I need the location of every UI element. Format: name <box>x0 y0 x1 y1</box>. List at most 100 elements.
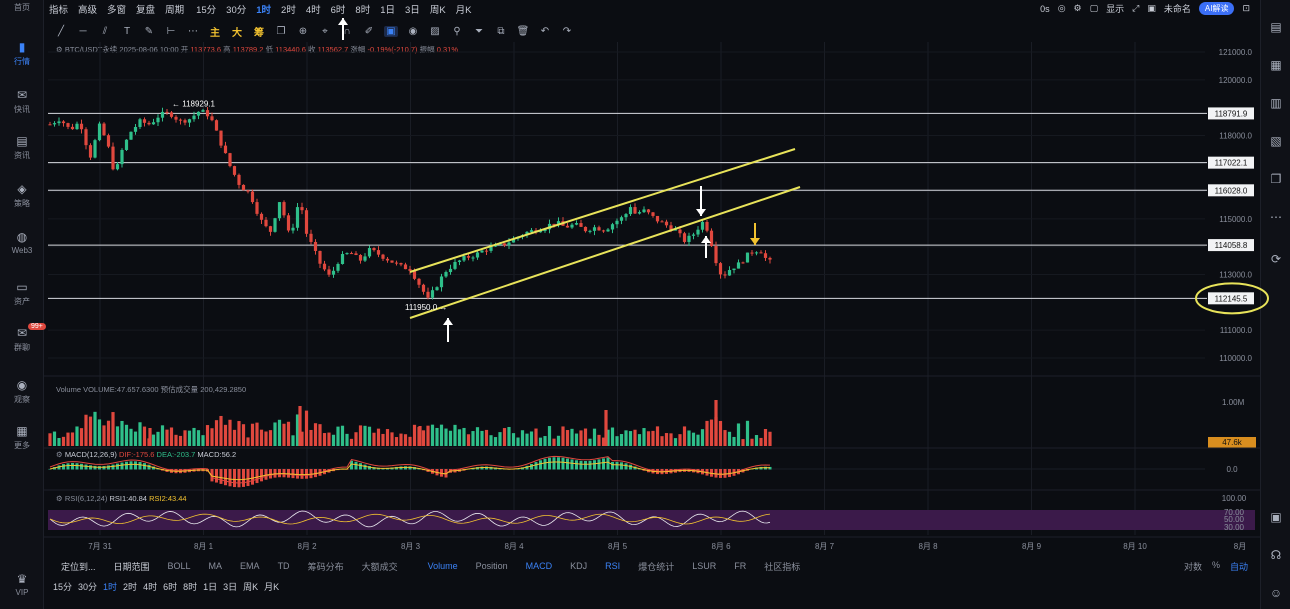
refresh-icon[interactable]: ⟳ <box>1269 252 1283 266</box>
fullscreen-icon[interactable]: ▢ <box>1090 3 1099 14</box>
settings-small-icon[interactable]: ⚙ <box>56 494 65 503</box>
image-icon[interactable]: ▨ <box>428 26 442 37</box>
sidebar-item-5[interactable]: ◍ Web3 <box>0 230 44 255</box>
indicator-item-13[interactable]: 爆仓统计 <box>629 560 683 573</box>
ai-interpret-button[interactable]: AI解读 <box>1198 2 1235 15</box>
indicator-item-14[interactable]: LSUR <box>683 561 725 571</box>
filter-icon[interactable]: ⏷ <box>472 26 486 37</box>
period-item-10[interactable]: 月K <box>261 580 282 593</box>
line-tool-icon[interactable]: ╱ <box>54 26 68 37</box>
settings-small-icon[interactable]: ⚙ <box>56 45 65 54</box>
period-item-6[interactable]: 8时 <box>180 580 200 593</box>
text-tool-icon[interactable]: T <box>120 26 134 37</box>
indicator-item-5[interactable]: TD <box>269 561 299 571</box>
indicator-item-2[interactable]: BOLL <box>159 561 200 571</box>
sidebar-item-9[interactable]: ▦ 更多 <box>0 424 44 451</box>
ruler-icon[interactable]: ⊢ <box>164 26 178 37</box>
indicator-item-6[interactable]: 筹码分布 <box>299 560 353 573</box>
copy-icon[interactable]: ❐ <box>1269 172 1283 186</box>
period-item-7[interactable]: 1日 <box>200 580 220 593</box>
sidebar-item-8[interactable]: ◉ 观察 <box>0 378 44 405</box>
topbar-item-15[interactable]: 月K <box>451 2 477 16</box>
calendar-icon[interactable]: ▦ <box>1269 58 1283 72</box>
period-item-4[interactable]: 4时 <box>140 580 160 593</box>
sidebar-item-6[interactable]: ▭ 资产 <box>0 280 44 307</box>
big-order-button[interactable]: 大 <box>230 24 244 39</box>
sidebar-item-1[interactable]: ▮ 行情 <box>0 40 44 67</box>
document-icon[interactable]: ▤ <box>1269 20 1283 34</box>
layout-name[interactable]: 未命名 <box>1164 2 1191 15</box>
more-icon[interactable]: ⋯ <box>1269 210 1283 224</box>
eye-icon[interactable]: ◉ <box>406 26 420 37</box>
scale-option-2[interactable]: 自动 <box>1230 560 1248 573</box>
bar-chart-icon[interactable]: ▥ <box>1269 96 1283 110</box>
display-button[interactable]: 显示 <box>1106 2 1124 15</box>
settings-small-icon[interactable]: ⚙ <box>56 450 65 459</box>
topbar-item-14[interactable]: 周K <box>425 2 451 16</box>
sidebar-item-7[interactable]: ✉ 群聊 99+ <box>0 323 46 353</box>
topbar-item-5[interactable]: 15分 <box>191 2 221 16</box>
undo-icon[interactable]: ↶ <box>538 26 552 37</box>
lock-icon[interactable]: ▣ <box>384 25 398 37</box>
link-icon[interactable]: ⚲ <box>450 26 464 37</box>
layout-icon[interactable]: ▣ <box>1147 3 1156 14</box>
camera2-icon[interactable]: ⊡ <box>1242 3 1250 14</box>
period-item-9[interactable]: 周K <box>240 580 261 593</box>
copy2-icon[interactable]: ⧉ <box>494 26 508 37</box>
indicator-item-1[interactable]: 日期范围 <box>105 560 159 573</box>
expand-icon[interactable]: ⤢ <box>1132 3 1139 14</box>
indicator-item-4[interactable]: EMA <box>231 561 269 571</box>
topbar-item-0[interactable]: 指标 <box>44 2 73 16</box>
indicator-item-16[interactable]: 社区指标 <box>755 560 809 573</box>
topbar-item-13[interactable]: 3日 <box>400 2 425 16</box>
indicator-item-0[interactable]: 定位到... <box>52 560 105 573</box>
topbar-item-11[interactable]: 8时 <box>350 2 375 16</box>
main-chart-button[interactable]: 主 <box>208 24 222 39</box>
period-item-0[interactable]: 15分 <box>50 580 75 593</box>
sidebar-item-4[interactable]: ◈ 策略 <box>0 182 44 209</box>
price-chart[interactable]: 7月 31 8月 1 8月 2 8月 3 8月 4 8月 5 8月 6 8月 7 8月 8 8月 … <box>0 0 1290 609</box>
period-item-8[interactable]: 3日 <box>220 580 240 593</box>
topbar-item-8[interactable]: 2时 <box>276 2 301 16</box>
settings-icon[interactable]: ⚙ <box>1074 3 1082 14</box>
topbar-item-2[interactable]: 多窗 <box>102 2 131 16</box>
topbar-item-7[interactable]: 1时 <box>251 2 276 16</box>
period-item-5[interactable]: 6时 <box>160 580 180 593</box>
zoom-icon[interactable]: ⊕ <box>296 26 310 37</box>
indicator-item-3[interactable]: MA <box>200 561 232 571</box>
topbar-item-6[interactable]: 30分 <box>221 2 251 16</box>
period-item-3[interactable]: 2时 <box>120 580 140 593</box>
more-tools-icon[interactable]: ⋯ <box>186 26 200 37</box>
topbar-item-12[interactable]: 1日 <box>375 2 400 16</box>
topbar-item-3[interactable]: 复盘 <box>131 2 160 16</box>
avatar-icon[interactable]: ☺ <box>1269 586 1283 600</box>
topbar-item-1[interactable]: 高级 <box>73 2 102 16</box>
layers-icon[interactable]: ▧ <box>1269 134 1283 148</box>
channel-tool-icon[interactable]: ⫽ <box>98 26 112 37</box>
headset-icon[interactable]: ☊ <box>1269 548 1283 562</box>
indicator-item-9[interactable]: Position <box>467 561 517 571</box>
topbar-item-4[interactable]: 周期 <box>160 2 189 16</box>
redo-icon[interactable]: ↷ <box>560 26 574 37</box>
brush-icon[interactable]: ✐ <box>362 26 376 37</box>
period-item-2[interactable]: 1时 <box>100 580 120 593</box>
sidebar-item-3[interactable]: ▤ 资讯 <box>0 134 44 161</box>
indicator-item-8[interactable]: Volume <box>419 561 467 571</box>
copy-icon[interactable]: ❐ <box>274 26 288 37</box>
period-item-1[interactable]: 30分 <box>75 580 100 593</box>
chips-button[interactable]: 筹 <box>252 24 266 39</box>
camera-icon[interactable]: ◎ <box>1058 3 1066 14</box>
topbar-item-10[interactable]: 6时 <box>326 2 351 16</box>
cursor-icon[interactable]: ⌖ <box>318 26 332 37</box>
sidebar-item-0[interactable]: 首页 <box>0 2 44 13</box>
trash-icon[interactable]: 🗑 <box>516 26 530 37</box>
indicator-item-15[interactable]: FR <box>725 561 755 571</box>
magnet-icon[interactable]: ∩ <box>340 26 354 37</box>
indicator-item-12[interactable]: RSI <box>596 561 629 571</box>
indicator-item-11[interactable]: KDJ <box>561 561 596 571</box>
panel-icon[interactable]: ▣ <box>1269 510 1283 524</box>
topbar-item-9[interactable]: 4时 <box>301 2 326 16</box>
pencil-icon[interactable]: ✎ <box>142 26 156 37</box>
hline-tool-icon[interactable]: ─ <box>76 26 90 37</box>
sidebar-item-10[interactable]: ♛ VIP <box>0 572 44 597</box>
